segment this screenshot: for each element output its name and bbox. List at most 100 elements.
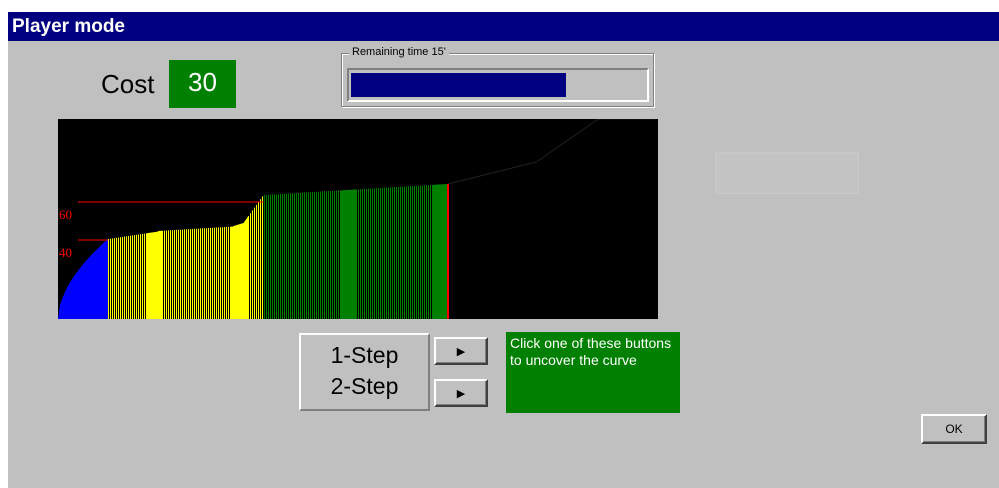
- curve-bar: [392, 187, 393, 319]
- curve-bar: [149, 232, 150, 319]
- curve-bar: [151, 232, 152, 319]
- curve-bar: [148, 233, 149, 319]
- curve-bar: [274, 194, 275, 319]
- curve-bar: [166, 230, 167, 319]
- curve-bar: [436, 184, 437, 319]
- curve-bar: [446, 184, 447, 319]
- curve-bar: [439, 184, 440, 319]
- curve-bar: [330, 191, 331, 319]
- curve-bar: [328, 191, 329, 319]
- curve-bar: [157, 231, 158, 319]
- curve-bar: [432, 184, 433, 319]
- curve-bar: [230, 226, 231, 319]
- curve-bar: [353, 189, 354, 319]
- curve-bar: [134, 235, 135, 319]
- curve-bar: [218, 227, 219, 319]
- curve-bar: [247, 217, 248, 319]
- curve-bar: [248, 216, 249, 319]
- curve-bar: [206, 228, 207, 319]
- curve-bar: [438, 184, 439, 319]
- curve-bar: [155, 232, 156, 319]
- curve-bar: [294, 193, 295, 319]
- curve-bar: [176, 229, 177, 319]
- curve-bar: [242, 223, 243, 319]
- curve-bar: [382, 187, 383, 319]
- curve-bar: [312, 192, 313, 319]
- curve-bar: [158, 231, 159, 319]
- curve-bar: [224, 227, 225, 319]
- curve-bar: [241, 223, 242, 319]
- triangle-right-icon: ▶: [456, 387, 466, 400]
- curve-bar: [420, 185, 421, 319]
- curve-bar: [354, 189, 355, 319]
- curve-bar: [172, 230, 173, 319]
- curve-bar: [174, 230, 175, 319]
- curve-bar: [146, 233, 147, 319]
- curve-bar: [256, 204, 257, 319]
- curve-bar: [140, 234, 141, 319]
- curve-bar: [194, 228, 195, 319]
- curve-bar: [350, 189, 351, 319]
- curve-bar: [238, 224, 239, 319]
- curve-bar: [300, 192, 301, 319]
- curve-bar: [414, 185, 415, 319]
- curve-bar: [232, 226, 233, 319]
- curve-bar: [396, 187, 397, 319]
- curve-bar: [296, 193, 297, 319]
- curve-bar: [408, 186, 409, 319]
- curve-bar: [372, 188, 373, 319]
- curve-bar: [231, 226, 232, 319]
- curve-bar: [347, 190, 348, 319]
- curve-bar: [344, 190, 345, 319]
- curve-bar: [168, 230, 169, 319]
- curve-bar: [422, 185, 423, 319]
- curve-bar: [338, 190, 339, 319]
- curve-bar: [136, 234, 137, 319]
- curve-bar: [122, 236, 123, 319]
- triangle-right-icon: ▶: [456, 345, 466, 358]
- curve-bar: [380, 188, 381, 319]
- curve-bar: [388, 187, 389, 319]
- curve-bar: [360, 189, 361, 319]
- curve-bar: [198, 228, 199, 319]
- curve-bar: [228, 226, 229, 319]
- curve-bar: [428, 185, 429, 319]
- curve-bar: [412, 186, 413, 319]
- curve-bar: [358, 189, 359, 319]
- curve-bar: [132, 235, 133, 319]
- ok-button[interactable]: OK: [921, 414, 987, 444]
- curve-bar: [126, 236, 127, 319]
- curve-bar: [302, 192, 303, 319]
- curve-bar: [142, 233, 143, 319]
- two-step-button[interactable]: ▶: [434, 379, 488, 407]
- curve-bar: [208, 228, 209, 319]
- curve-bar: [154, 232, 155, 319]
- curve-bar: [196, 228, 197, 319]
- curve-bar: [192, 229, 193, 319]
- curve-bar: [402, 186, 403, 319]
- curve-bar: [334, 190, 335, 319]
- curve-bar: [210, 227, 211, 319]
- curve-bar: [178, 229, 179, 319]
- one-step-label: 1-Step: [330, 342, 399, 368]
- curve-bar: [202, 228, 203, 319]
- curve-bar: [233, 226, 234, 319]
- curve-bar: [254, 207, 255, 319]
- curve-bar: [234, 225, 235, 319]
- curve-bar: [144, 233, 145, 319]
- curve-bar: [343, 190, 344, 319]
- curve-bar: [342, 190, 343, 319]
- curve-bar: [286, 193, 287, 319]
- curve-bar: [368, 188, 369, 319]
- curve-bar: [410, 186, 411, 319]
- curve-bar: [318, 191, 319, 319]
- curve-bar: [235, 225, 236, 319]
- one-step-button[interactable]: ▶: [434, 337, 488, 365]
- curve-bar: [336, 190, 337, 319]
- remaining-time-progress-fill: [351, 73, 566, 97]
- curve-bar: [220, 227, 221, 319]
- curve-bar: [349, 189, 350, 319]
- curve-bar: [116, 237, 117, 319]
- curve-bar: [426, 185, 427, 319]
- curve-bar: [128, 236, 129, 319]
